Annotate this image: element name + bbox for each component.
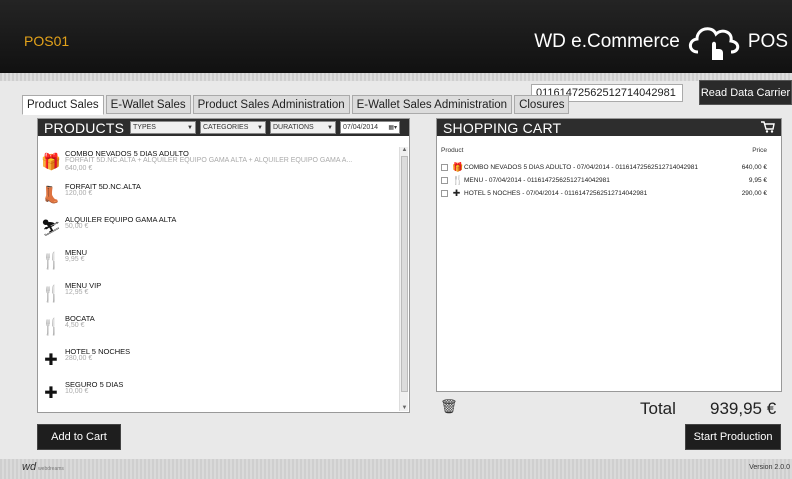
version-label: Version 2.0.0	[749, 464, 790, 471]
tab-product-sales[interactable]: Product Sales	[22, 95, 104, 115]
cart-row[interactable]: 🍴 MENU - 07/04/2014 - 0116147256251271404…	[441, 174, 767, 186]
combo-box-icon: 🎁	[41, 154, 61, 171]
product-item[interactable]: 🍴 MENU VIP 12,95 €	[38, 277, 400, 310]
tab-ewallet-sales-admin[interactable]: E-Wallet Sales Administration	[351, 95, 513, 114]
product-item[interactable]: ✚ SEGURO 5 DIAS 10,00 €	[38, 376, 400, 409]
footer-logo-sub: webdreams	[38, 466, 64, 472]
categories-select-value: CATEGORIES	[203, 124, 249, 131]
products-header: PRODUCTS TYPES ▼ CATEGORIES ▼ DURATIONS ▼ 0…	[38, 119, 409, 136]
product-item[interactable]: 🎁 COMBO NEVADOS 5 DIAS ADULTO FORFAIT 5D.N…	[38, 145, 400, 178]
product-item[interactable]: ✚ HOTEL 5 NOCHES 280,00 €	[38, 343, 400, 376]
product-filters: TYPES ▼ CATEGORIES ▼ DURATIONS ▼ 07/04/2014…	[130, 121, 400, 134]
scroll-down-icon[interactable]: ▼	[400, 405, 409, 411]
shopping-cart-panel: SHOPPING CART Product Price 🎁 COMBO NEVAD…	[436, 118, 782, 392]
product-price: 50,00 €	[65, 223, 89, 230]
product-price: 640,00 €	[65, 165, 93, 172]
cutlery-icon: 🍴	[41, 319, 61, 336]
cart-row-text: COMBO NEVADOS 5 DIAS ADULTO - 07/04/2014…	[464, 163, 699, 171]
product-price: 280,00 €	[65, 355, 93, 362]
product-price: 12,95 €	[65, 289, 89, 296]
start-production-button[interactable]: Start Production	[685, 424, 781, 450]
cart-row-price: 9,95 €	[748, 176, 767, 184]
durations-select-value: DURATIONS	[273, 124, 314, 131]
brand: WD e.Commerce POS	[534, 22, 788, 62]
cart-col-price: Price	[752, 147, 767, 154]
tab-bar: Product Sales E-Wallet Sales Product Sal…	[22, 95, 571, 115]
types-select-value: TYPES	[133, 124, 156, 131]
products-title: PRODUCTS	[44, 120, 125, 136]
scroll-thumb[interactable]	[401, 156, 408, 392]
cart-row-checkbox[interactable]	[441, 176, 448, 184]
chevron-down-icon: ▼	[327, 124, 333, 131]
cross-icon: ✚	[44, 352, 58, 369]
durations-select[interactable]: DURATIONS ▼	[270, 121, 336, 134]
date-picker[interactable]: 07/04/2014 ▦▾	[340, 121, 400, 134]
header-stripe	[0, 73, 792, 81]
pos-id: POS01	[24, 33, 70, 49]
skier-icon: ⛷	[40, 220, 62, 237]
product-list: 🎁 COMBO NEVADOS 5 DIAS ADULTO FORFAIT 5D.N…	[38, 145, 400, 412]
ski-boot-icon: 👢	[41, 187, 61, 204]
add-to-cart-button[interactable]: Add to Cart	[37, 424, 121, 450]
product-list-scrollbar[interactable]: ▲ ▼	[399, 147, 408, 411]
read-data-carrier-button[interactable]: Read Data Carrier	[699, 80, 792, 105]
tab-product-sales-admin[interactable]: Product Sales Administration	[192, 95, 350, 114]
cart-header: SHOPPING CART	[437, 119, 781, 136]
cart-row-price: 290,00 €	[741, 189, 767, 197]
product-price: 10,00 €	[65, 388, 89, 395]
categories-select[interactable]: CATEGORIES ▼	[200, 121, 266, 134]
cloud-touch-icon	[688, 27, 740, 60]
combo-box-icon: 🎁	[452, 161, 464, 172]
tab-ewallet-sales[interactable]: E-Wallet Sales	[105, 95, 191, 114]
product-price: 120,00 €	[65, 190, 93, 197]
types-select[interactable]: TYPES ▼	[130, 121, 196, 134]
cart-icon	[761, 121, 775, 133]
product-description: FORFAIT 5D.NC.ALTA + ALQUILER EQUIPO GAM…	[65, 157, 353, 164]
cutlery-icon: 🍴	[452, 174, 464, 185]
app-header: POS01 WD e.Commerce POS	[0, 0, 792, 73]
brand-name: WD e.Commerce	[534, 31, 680, 52]
chevron-down-icon: ▼	[257, 124, 263, 131]
product-item[interactable]: 🍴 MENU 9,95 €	[38, 244, 400, 277]
chevron-down-icon: ▼	[187, 124, 193, 131]
total-label: Total	[640, 399, 676, 418]
products-panel: PRODUCTS TYPES ▼ CATEGORIES ▼ DURATIONS ▼ 0…	[37, 118, 410, 413]
cart-row-price: 640,00 €	[741, 163, 767, 171]
cart-row-text: MENU - 07/04/2014 - 01161472562512714042…	[464, 176, 610, 184]
cross-icon: ✚	[44, 385, 58, 402]
cross-icon: ✚	[452, 187, 461, 198]
product-item[interactable]: 👢 FORFAIT 5D.NC.ALTA 120,00 €	[38, 178, 400, 211]
product-price: 4,50 €	[65, 322, 85, 329]
product-item[interactable]: ⛷ ALQUILER EQUIPO GAMA ALTA 50,00 €	[38, 211, 400, 244]
date-value: 07/04/2014	[343, 124, 379, 131]
footer-logo: wd webdreams	[22, 461, 64, 473]
cart-row-text: HOTEL 5 NOCHES - 07/04/2014 - 0116147256…	[464, 189, 648, 197]
cutlery-icon: 🍴	[41, 253, 61, 270]
cart-column-headers: Product Price	[441, 147, 767, 154]
scroll-up-icon[interactable]: ▲	[400, 147, 409, 153]
trash-icon[interactable]: 🗑	[440, 398, 458, 415]
cutlery-icon: 🍴	[41, 286, 61, 303]
product-price: 9,95 €	[65, 256, 85, 263]
brand-pos: POS	[747, 31, 788, 52]
cart-col-product: Product	[441, 147, 464, 154]
cart-title: SHOPPING CART	[443, 120, 562, 136]
product-item[interactable]: 🍴 BOCATA 4,50 €	[38, 310, 400, 343]
calendar-icon: ▦▾	[388, 125, 397, 131]
cart-row[interactable]: ✚ HOTEL 5 NOCHES - 07/04/2014 - 011614725…	[441, 187, 767, 199]
footer: wd webdreams Version 2.0.0	[0, 459, 792, 479]
cart-row-checkbox[interactable]	[441, 189, 448, 197]
cart-row-checkbox[interactable]	[441, 163, 448, 171]
tab-closures[interactable]: Closures	[514, 95, 570, 114]
cart-row[interactable]: 🎁 COMBO NEVADOS 5 DIAS ADULTO - 07/04/201…	[441, 161, 767, 173]
footer-logo-text: wd	[22, 461, 37, 473]
total-value: 939,95 €	[710, 399, 777, 418]
